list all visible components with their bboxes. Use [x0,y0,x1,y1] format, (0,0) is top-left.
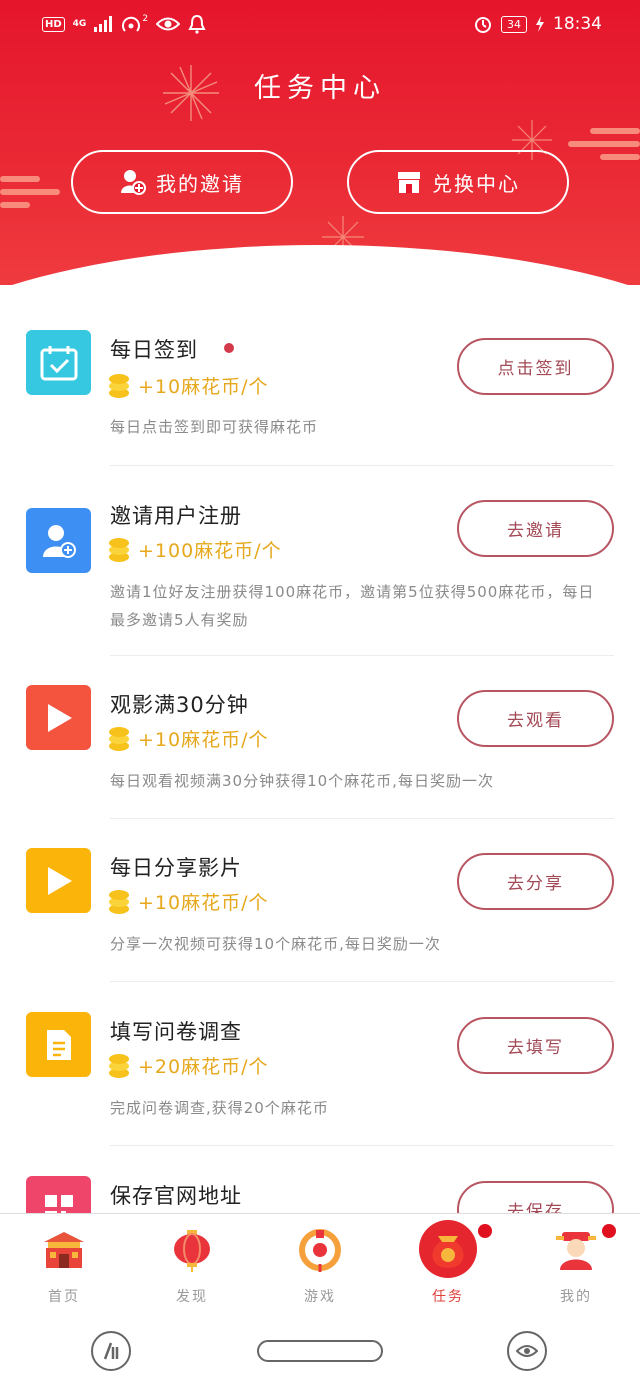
home-gesture-bar[interactable] [257,1340,383,1362]
task-title: 保存官网地址 [110,1184,242,1208]
alarm-icon [475,17,491,33]
nav-tasks-label: 任务 [432,1289,464,1305]
new-dot-badge [224,343,234,353]
cloud-decoration [568,128,640,167]
task-item-share: 每日分享影片 +10麻花币/个 分享一次视频可获得10个麻花币,每日奖励一次 去… [26,848,614,981]
lantern-icon [174,1230,210,1272]
coin-icon [109,889,129,914]
share-button[interactable]: 去分享 [457,853,614,910]
knot-icon [299,1229,341,1272]
task-reward: +10麻花币/个 [108,372,269,399]
bottom-nav: 首页 发现 游戏 任务 我的 [0,1213,640,1310]
header-curve [0,245,640,285]
nav-games-label: 游戏 [304,1289,336,1305]
nav-mine[interactable]: 我的 [512,1214,640,1311]
divider [110,981,614,982]
survey-button[interactable]: 去填写 [457,1017,614,1074]
lucky-bag-icon [432,1236,464,1268]
task-item-watch: 观影满30分钟 +10麻花币/个 每日观看视频满30分钟获得10个麻花币,每日奖… [26,685,614,818]
nav-tasks[interactable]: 任务 [384,1214,512,1311]
notification-badge [602,1224,616,1238]
task-reward: +100麻花币/个 [108,536,282,563]
hotspot-count: 2 [142,14,149,24]
task-title: 邀请用户注册 [110,504,242,528]
reward-text: +10麻花币/个 [138,892,269,914]
exchange-center-button[interactable]: 兑换中心 [347,150,569,214]
task-title: 每日签到 [110,338,198,362]
coin-icon [109,726,129,751]
document-icon [26,1012,91,1077]
header: HD 4G 2 34 18:34 任务中心 我的邀请 兑换中心 [0,0,640,285]
nav-discover-label: 发现 [176,1289,208,1305]
store-icon [398,172,420,193]
task-description: 完成问卷调查,获得20个麻花币 [110,1099,329,1117]
my-invites-label: 我的邀请 [156,171,244,196]
task-description: 邀请1位好友注册获得100麻花币，邀请第5位获得500麻花币，每日最多邀请5人有… [110,583,595,629]
status-bar: HD 4G 2 34 18:34 [0,0,640,52]
task-item-checkin: 每日签到 +10麻花币/个 每日点击签到即可获得麻花币 点击签到 [26,330,614,465]
reward-text: +20麻花币/个 [138,1056,269,1078]
task-item-survey: 填写问卷调查 +20麻花币/个 完成问卷调查,获得20个麻花币 去填写 [26,1012,614,1145]
task-title: 观影满30分钟 [110,693,249,717]
multitask-icon [103,1342,119,1360]
network-type: 4G [72,19,87,29]
eye-icon [516,1345,538,1357]
qr-code-icon [26,1176,91,1213]
hotspot-icon [122,16,141,32]
eye-icon [156,17,181,31]
divider [110,465,614,466]
divider [110,1145,614,1146]
reward-text: +10麻花币/个 [138,729,269,751]
clock-time: 18:34 [553,14,602,34]
page-title: 任务中心 [254,73,386,104]
my-invites-button[interactable]: 我的邀请 [71,150,293,214]
battery-level: 34 [501,15,527,33]
assistant-button[interactable] [507,1331,547,1371]
task-description: 每日点击签到即可获得麻花币 [110,418,319,436]
add-user-icon [26,508,91,573]
nav-games[interactable]: 游戏 [256,1214,384,1311]
multitask-button[interactable] [91,1331,131,1371]
cloud-decoration [0,176,62,215]
system-navigation-bar [0,1310,640,1387]
nav-discover[interactable]: 发现 [128,1214,256,1311]
nav-home-label: 首页 [48,1289,80,1305]
calendar-check-icon [26,330,91,395]
play-icon [26,685,91,750]
hd-indicator: HD [42,16,65,32]
task-title: 每日分享影片 [110,856,242,880]
temple-icon [44,1232,84,1268]
play-icon [26,848,91,913]
reward-text: +100麻花币/个 [138,540,282,562]
watch-button[interactable]: 去观看 [457,690,614,747]
nav-home[interactable]: 首页 [0,1214,128,1311]
save-url-button[interactable]: 去保存 [457,1181,614,1213]
task-title: 填写问卷调查 [110,1020,242,1044]
task-item-invite: 邀请用户注册 +100麻花币/个 邀请1位好友注册获得100麻花币，邀请第5位获… [26,500,614,655]
user-add-icon [121,170,146,195]
task-reward: +10麻花币/个 [108,725,269,752]
notification-bell-icon [188,14,206,34]
invite-button[interactable]: 去邀请 [457,500,614,557]
checkin-button[interactable]: 点击签到 [457,338,614,395]
reward-text: +10麻花币/个 [138,376,269,398]
task-item-save-url: 保存官网地址 去保存 [26,1176,614,1213]
task-reward: +20麻花币/个 [108,1052,269,1079]
nav-mine-label: 我的 [560,1289,592,1305]
task-reward: +10麻花币/个 [108,888,269,915]
charging-icon [536,16,544,32]
notification-badge [478,1224,492,1238]
divider [110,655,614,656]
task-description: 分享一次视频可获得10个麻花币,每日奖励一次 [110,935,441,953]
exchange-center-label: 兑换中心 [432,171,520,196]
coin-icon [109,1053,129,1078]
task-description: 每日观看视频满30分钟获得10个麻花币,每日奖励一次 [110,772,494,790]
divider [110,818,614,819]
fortune-god-icon [556,1232,596,1270]
signal-icon [94,16,113,32]
coin-icon [109,373,129,398]
coin-icon [109,537,129,562]
